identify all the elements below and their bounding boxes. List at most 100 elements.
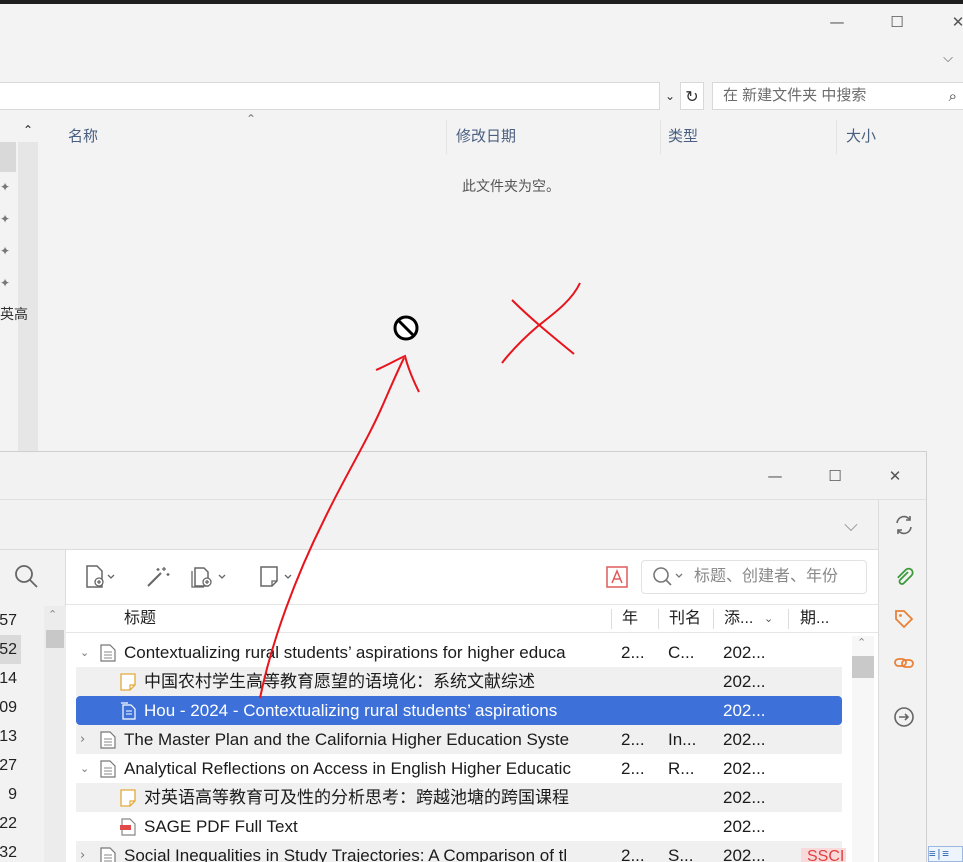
- collection-count[interactable]: 32: [0, 838, 21, 862]
- item-title: Contextualizing rural students’ aspirati…: [124, 643, 566, 662]
- pin-icon: ✦: [0, 212, 11, 226]
- close-button[interactable]: ✕: [935, 4, 963, 40]
- item-row[interactable]: 对英语高等教育可及性的分析思考：跨越池塘的跨国课程 202...: [76, 783, 842, 812]
- scroll-up-icon[interactable]: ⌃: [48, 608, 57, 621]
- column-header-date-added[interactable]: 添...: [724, 605, 764, 633]
- collection-count[interactable]: 57: [0, 606, 21, 635]
- column-header-publication[interactable]: 刊名: [669, 605, 709, 633]
- add-attachment-icon: [191, 567, 226, 588]
- new-item-icon: [86, 565, 115, 588]
- column-header-type[interactable]: 类型: [668, 118, 828, 158]
- item-year: 2...: [621, 846, 645, 862]
- expand-chevron-down-icon[interactable]: ⌄: [80, 638, 92, 667]
- locate-icon[interactable]: [891, 704, 917, 730]
- collection-count[interactable]: 27: [0, 751, 21, 780]
- add-by-identifier-button[interactable]: [144, 562, 174, 592]
- attachment-file-icon: [121, 702, 136, 720]
- item-row[interactable]: ⌄ Analytical Reflections on Access in En…: [76, 754, 842, 783]
- column-header-date[interactable]: 修改日期: [456, 118, 656, 158]
- scrollbar-thumb[interactable]: [852, 656, 874, 678]
- empty-folder-message: 此文件夹为空。: [462, 178, 560, 194]
- tabs-chevron-down-icon[interactable]: ⌵: [828, 507, 874, 543]
- expand-chevron-right-icon[interactable]: ›: [80, 725, 92, 754]
- item-publication: C...: [668, 643, 695, 662]
- items-scrollbar[interactable]: ⌃: [852, 636, 874, 862]
- collection-count[interactable]: 14: [0, 664, 21, 693]
- column-header-title[interactable]: 标题: [124, 605, 604, 633]
- item-row-selected[interactable]: Hou - 2024 - Contextualizing rural stude…: [76, 696, 842, 725]
- item-row[interactable]: SAGE PDF Full Text 202...: [76, 812, 842, 841]
- explorer-search-placeholder: 在 新建文件夹 中搜索: [723, 87, 867, 104]
- item-title: 中国农村学生高等教育愿望的语境化：系统文献综述: [144, 672, 535, 691]
- column-divider[interactable]: [611, 609, 612, 629]
- item-title: The Master Plan and the California Highe…: [124, 730, 570, 749]
- zotero-window: — ☐ ✕ ⌵ 57 52 14 09 13 27 9 22 32 ⌃ 标题、创…: [0, 451, 927, 862]
- nav-scroll-up-icon[interactable]: ⌃: [18, 118, 38, 142]
- expand-chevron-down-icon[interactable]: ⌄: [80, 754, 92, 783]
- address-history-chevron-icon[interactable]: ⌄: [660, 82, 680, 110]
- collection-count-selected[interactable]: 52: [0, 635, 21, 664]
- collection-search-icon[interactable]: [12, 562, 40, 590]
- item-title: SAGE PDF Full Text: [144, 817, 298, 836]
- item-title: Social Inequalities in Study Trajectorie…: [124, 846, 568, 862]
- sync-icon[interactable]: [891, 512, 917, 538]
- attachments-icon[interactable]: [891, 564, 917, 590]
- minimize-button[interactable]: —: [752, 458, 798, 494]
- column-divider[interactable]: [660, 120, 661, 154]
- journal-article-icon: [100, 847, 116, 862]
- expand-ribbon-chevron-icon[interactable]: ⌵: [925, 40, 963, 76]
- nav-scrollbar[interactable]: [18, 142, 38, 462]
- status-tray-icon[interactable]: ≡|≡: [928, 846, 963, 862]
- refresh-icon[interactable]: ↻: [680, 82, 704, 110]
- journal-article-icon: [100, 731, 116, 749]
- new-note-button[interactable]: [258, 562, 298, 592]
- address-bar[interactable]: [0, 82, 660, 110]
- related-icon[interactable]: [891, 650, 917, 676]
- item-row[interactable]: 中国农村学生高等教育愿望的语境化：系统文献综述 202...: [76, 667, 842, 696]
- new-item-button[interactable]: [84, 562, 118, 592]
- scroll-up-icon[interactable]: ⌃: [857, 636, 866, 649]
- close-button[interactable]: ✕: [872, 458, 918, 494]
- column-header-year[interactable]: 年: [622, 605, 662, 633]
- search-mode-icon[interactable]: [650, 561, 686, 605]
- item-date-added: 202...: [723, 701, 766, 720]
- column-divider[interactable]: [658, 609, 659, 629]
- sort-desc-chevron-icon[interactable]: ⌄: [764, 605, 778, 633]
- maximize-button[interactable]: ☐: [812, 458, 858, 494]
- column-divider[interactable]: [446, 120, 447, 154]
- collections-scrollbar[interactable]: ⌃: [44, 606, 66, 862]
- items-search-input[interactable]: 标题、创建者、年份: [641, 560, 867, 594]
- scrollbar-thumb[interactable]: [46, 630, 64, 648]
- minimize-button[interactable]: —: [814, 4, 860, 40]
- note-icon: [120, 789, 136, 807]
- nav-item-label[interactable]: 英高: [0, 304, 28, 324]
- collection-count[interactable]: 09: [0, 693, 21, 722]
- pin-icon: ✦: [0, 276, 11, 290]
- item-row[interactable]: ⌄ Contextualizing rural students’ aspira…: [76, 638, 842, 667]
- annotation-mode-button[interactable]: [606, 562, 628, 592]
- collection-count[interactable]: 9: [0, 780, 21, 809]
- item-row[interactable]: › Social Inequalities in Study Trajector…: [76, 841, 846, 862]
- collection-count[interactable]: 22: [0, 809, 21, 838]
- column-header-extra[interactable]: 期...: [800, 605, 846, 633]
- column-header-size[interactable]: 大小: [846, 118, 946, 158]
- column-divider[interactable]: [836, 120, 837, 154]
- pdf-icon: [120, 818, 136, 836]
- nav-selected-item[interactable]: [0, 142, 16, 172]
- column-divider[interactable]: [713, 609, 714, 629]
- item-row[interactable]: › The Master Plan and the California Hig…: [76, 725, 842, 754]
- maximize-button[interactable]: ☐: [874, 4, 920, 40]
- tags-icon[interactable]: [891, 606, 917, 632]
- item-pane-sidenav: [878, 500, 926, 862]
- item-title: 对英语高等教育可及性的分析思考：跨越池塘的跨国课程: [144, 788, 569, 807]
- navigation-pane: ⌃ ✦ ✦ ✦ ✦ 英高: [0, 118, 40, 462]
- collection-count[interactable]: 13: [0, 722, 21, 751]
- item-date-added: 202...: [723, 788, 766, 807]
- explorer-search-input[interactable]: 在 新建文件夹 中搜索 ⌕: [712, 82, 963, 110]
- column-divider[interactable]: [788, 609, 789, 629]
- expand-chevron-right-icon[interactable]: ›: [80, 841, 92, 862]
- column-header-name[interactable]: 名称: [68, 118, 448, 158]
- new-collection-button[interactable]: [190, 562, 230, 592]
- items-pane: 标题、创建者、年份 标题 年 刊名 添... ⌄ 期... ⌄ Contextu…: [66, 550, 878, 862]
- note-icon: [260, 566, 292, 587]
